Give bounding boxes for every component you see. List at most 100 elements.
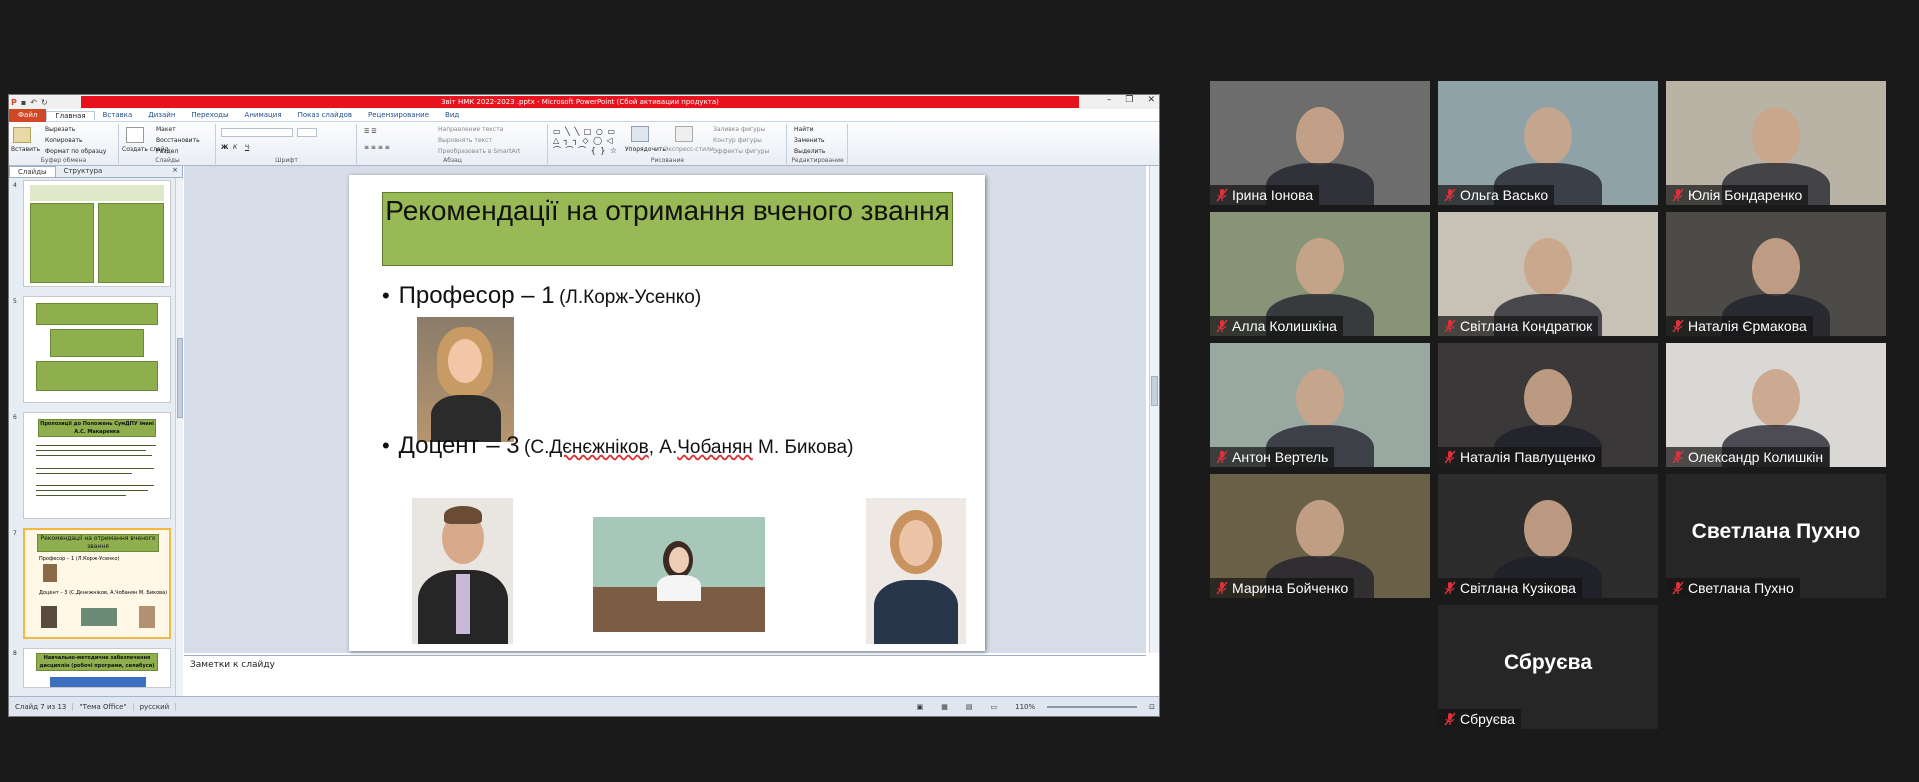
slide-edit-area: Рекомендації на отримання вченого звання… (184, 166, 1146, 653)
participant-tile[interactable]: Наталія Павлущенко (1438, 343, 1658, 467)
normal-view-icon[interactable]: ▣ (911, 703, 930, 711)
save-icon[interactable]: ▪ (21, 98, 26, 107)
font-size-select[interactable] (297, 128, 317, 137)
bullet-professor[interactable]: • Професор – 1 (Л.Корж-Усенко) (382, 282, 701, 310)
sorter-view-icon[interactable]: ▦ (935, 703, 954, 711)
close-icon[interactable]: ✕ (1147, 95, 1155, 105)
paste-button[interactable]: Вставить (11, 146, 40, 153)
tab-design[interactable]: Дизайн (140, 111, 183, 119)
photo-docent-1 (412, 498, 513, 644)
participant-tile[interactable]: Марина Бойченко (1210, 474, 1430, 598)
slideshow-view-icon[interactable]: ▭ (984, 703, 1003, 711)
find-button[interactable]: Найти (794, 126, 813, 133)
thumb-photo (139, 606, 155, 628)
tab-home[interactable]: Главная (46, 110, 95, 120)
arrange-button[interactable]: Упорядочить (625, 146, 666, 153)
minimize-icon[interactable]: – (1107, 95, 1112, 105)
shapes-gallery[interactable]: ▭ ╲ ╲ □ ○ ▭ △ ┐ ┐ ◇ ◯ ◁ ⌒ ⌒ ⌒ { } ☆ (553, 127, 618, 156)
tab-transitions[interactable]: Переходы (183, 111, 236, 119)
slide-title[interactable]: Рекомендації на отримання вченого звання (382, 192, 953, 266)
ribbon-tabs: Файл Главная Вставка Дизайн Переходы Ани… (9, 108, 1159, 122)
restore-icon[interactable]: ❐ (1125, 95, 1133, 105)
section-button[interactable]: Раздел (156, 148, 178, 155)
participant-tile[interactable]: Алла Колишкіна (1210, 212, 1430, 336)
slide-thumbnail-6[interactable]: Пропозиції до Положень СумДПУ імені А.С.… (23, 412, 171, 519)
close-panel-icon[interactable]: × (168, 166, 182, 177)
layout-button[interactable]: Макет (156, 126, 176, 133)
tab-outline[interactable]: Структура (56, 166, 111, 177)
participant-tile[interactable]: Світлана Кузікова (1438, 474, 1658, 598)
mic-muted-icon (1672, 450, 1684, 464)
current-slide[interactable]: Рекомендації на отримання вченого звання… (349, 175, 985, 651)
tab-slides[interactable]: Слайды (9, 166, 56, 177)
reset-button[interactable]: Восстановить (156, 137, 200, 144)
tab-animation[interactable]: Анимация (237, 111, 290, 119)
tab-insert[interactable]: Вставка (95, 111, 141, 119)
tab-view[interactable]: Вид (437, 111, 467, 119)
tab-file[interactable]: Файл (9, 108, 47, 122)
quick-styles-button[interactable]: Экспресс-стили (664, 146, 714, 153)
align-icons[interactable]: ≡ ≡ ≡ ≡ (364, 144, 390, 151)
participant-tile[interactable]: Антон Вертель (1210, 343, 1430, 467)
ribbon: Вставить Вырезать Копировать Формат по о… (9, 122, 1159, 166)
select-button[interactable]: Выделить (794, 148, 825, 155)
smartart-button[interactable]: Преобразовать в SmartArt (438, 148, 520, 155)
copy-button[interactable]: Копировать (45, 137, 82, 144)
group-slides: Создать слайд Макет Восстановить Раздел … (120, 124, 216, 164)
font-name-select[interactable] (221, 128, 293, 137)
italic-button[interactable]: К (233, 144, 237, 151)
zoom-slider[interactable] (1047, 705, 1138, 708)
bullet-docent[interactable]: • Доцент – 3 (С.Дєнєжніков, А.Чобанян М.… (382, 432, 853, 460)
quick-access-toolbar: P ▪ ↶ ↻ (9, 98, 48, 107)
replace-button[interactable]: Заменить (794, 137, 825, 144)
participant-tile[interactable]: Сбруєва Сбруєва (1438, 605, 1658, 729)
participant-tile[interactable]: Юлія Бондаренко (1666, 81, 1886, 205)
bold-button[interactable]: Ж (221, 144, 228, 151)
participant-tile[interactable]: Світлана Кондратюк (1438, 212, 1658, 336)
slide-thumbnail-8[interactable]: Навчально-методичне забезпечення дисципл… (23, 648, 171, 688)
cut-button[interactable]: Вырезать (45, 126, 75, 133)
slide-number: 6 (13, 414, 17, 421)
scrollbar-thumb[interactable] (177, 338, 183, 418)
participant-tile[interactable]: Олександр Колишкін (1666, 343, 1886, 467)
arrange-icon[interactable] (631, 126, 649, 142)
shape-fill-button[interactable]: Заливка фигуры (713, 126, 765, 133)
text-direction-button[interactable]: Направление текста (438, 126, 503, 133)
fit-window-icon[interactable]: ⊡ (1143, 703, 1159, 711)
underline-button[interactable]: Ч (245, 144, 249, 151)
thumbnails-scrollbar[interactable] (175, 178, 183, 698)
undo-icon[interactable]: ↶ (30, 98, 37, 107)
format-painter-button[interactable]: Формат по образцу (45, 148, 106, 155)
group-font: Ж К Ч Шрифт (217, 124, 357, 164)
notes-pane[interactable]: Заметки к слайду (184, 655, 1146, 698)
slide-thumbnail-5[interactable] (23, 296, 171, 403)
thumb-photo (43, 564, 57, 582)
paste-icon[interactable] (13, 127, 31, 143)
reading-view-icon[interactable]: ▤ (960, 703, 979, 711)
bullets-icon[interactable]: ☰ ☰ (364, 128, 377, 135)
participant-tile[interactable]: Ірина Іонова (1210, 81, 1430, 205)
tab-slideshow[interactable]: Показ слайдов (290, 111, 360, 119)
participant-name: Алла Колишкіна (1210, 316, 1343, 336)
quick-styles-icon[interactable] (675, 126, 693, 142)
participant-tile[interactable]: Наталія Єрмакова (1666, 212, 1886, 336)
group-label: Рисование (650, 157, 685, 164)
redo-icon[interactable]: ↻ (41, 98, 48, 107)
participant-tile[interactable]: Ольга Васько (1438, 81, 1658, 205)
slide-scrollbar[interactable] (1149, 166, 1159, 653)
shape-outline-button[interactable]: Контур фигуры (713, 137, 762, 144)
tab-review[interactable]: Рецензирование (360, 111, 437, 119)
zoom-level[interactable]: 110% (1009, 703, 1041, 711)
status-language[interactable]: русский (134, 702, 177, 711)
scrollbar-thumb[interactable] (1151, 376, 1158, 406)
align-text-button[interactable]: Выровнять текст (438, 137, 492, 144)
shape-effects-button[interactable]: Эффекты фигуры (713, 148, 769, 155)
slide-thumbnail-4[interactable] (23, 180, 171, 287)
thumb-box (36, 361, 158, 391)
slide-thumbnail-7-selected[interactable]: Рекомендації на отримання вченого звання… (23, 528, 171, 639)
group-label: Слайды (155, 157, 180, 164)
participant-name: Антон Вертель (1210, 447, 1335, 467)
group-paragraph: Направление текста Выровнять текст Преоб… (358, 124, 548, 164)
new-slide-icon[interactable] (126, 127, 144, 143)
participant-tile[interactable]: Светлана Пухно Светлана Пухно (1666, 474, 1886, 598)
